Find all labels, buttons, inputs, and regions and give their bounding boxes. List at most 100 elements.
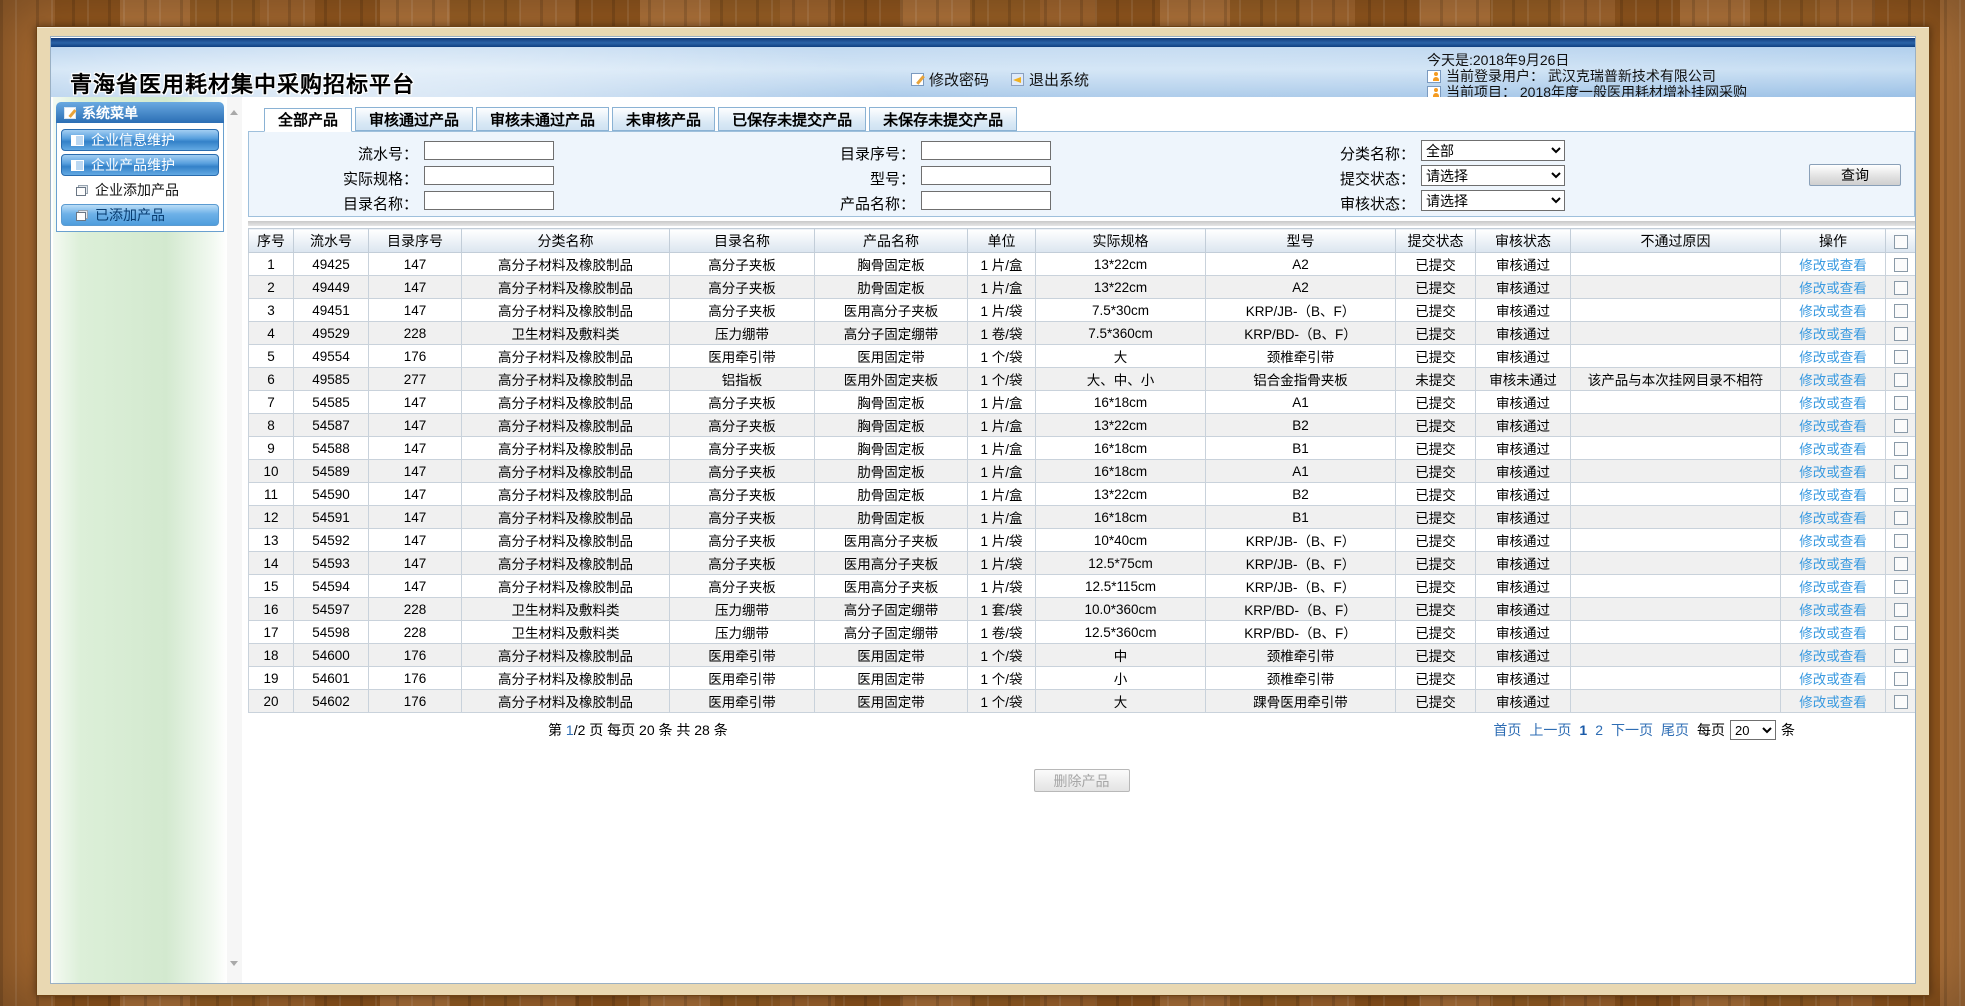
product-name-input[interactable] xyxy=(921,191,1051,210)
table-row: 1754598228卫生材料及敷料类压力绷带高分子固定绷带1 卷/袋12.5*3… xyxy=(249,621,1916,644)
row-checkbox[interactable] xyxy=(1894,488,1908,502)
cell-spec: 16*18cm xyxy=(1036,437,1206,460)
edit-or-view-link[interactable]: 修改或查看 xyxy=(1799,695,1867,710)
cell-actions: 修改或查看 xyxy=(1781,460,1886,483)
edit-or-view-link[interactable]: 修改或查看 xyxy=(1799,373,1867,388)
submit-status-select[interactable]: 请选择 xyxy=(1421,165,1565,186)
catalog-no-input[interactable] xyxy=(921,141,1051,160)
cell-select xyxy=(1886,575,1916,598)
sidebar-item-add-product[interactable]: 企业添加产品 xyxy=(61,179,219,201)
vertical-scrollbar[interactable] xyxy=(227,97,242,983)
tab-2[interactable]: 审核通过产品 xyxy=(355,107,473,131)
row-checkbox[interactable] xyxy=(1894,327,1908,341)
cell-select xyxy=(1886,690,1916,713)
cell-category-name: 卫生材料及敷料类 xyxy=(462,322,670,345)
cell-category-name: 高分子材料及橡胶制品 xyxy=(462,253,670,276)
first-page-link[interactable]: 首页 xyxy=(1493,720,1521,740)
sidebar-item-added-products[interactable]: 已添加产品 xyxy=(61,204,219,226)
edit-or-view-link[interactable]: 修改或查看 xyxy=(1799,258,1867,273)
category-select[interactable]: 全部 xyxy=(1421,140,1565,161)
row-checkbox[interactable] xyxy=(1894,580,1908,594)
row-checkbox[interactable] xyxy=(1894,304,1908,318)
tab-6[interactable]: 未保存未提交产品 xyxy=(869,107,1017,131)
row-checkbox[interactable] xyxy=(1894,281,1908,295)
per-page-select[interactable]: 20 xyxy=(1730,720,1776,740)
today-text: 今天是:2018年9月26日 xyxy=(1427,52,1569,68)
next-page-link[interactable]: 下一页 xyxy=(1611,720,1653,740)
edit-or-view-link[interactable]: 修改或查看 xyxy=(1799,327,1867,342)
delete-products-button[interactable]: 删除产品 xyxy=(1034,769,1130,792)
edit-or-view-link[interactable]: 修改或查看 xyxy=(1799,419,1867,434)
serial-no-input[interactable] xyxy=(424,141,554,160)
cell-product-name: 胸骨固定板 xyxy=(815,391,968,414)
tab-4[interactable]: 未审核产品 xyxy=(612,107,715,131)
row-checkbox[interactable] xyxy=(1894,603,1908,617)
tab-5[interactable]: 已保存未提交产品 xyxy=(718,107,866,131)
model-input[interactable] xyxy=(921,166,1051,185)
edit-or-view-link[interactable]: 修改或查看 xyxy=(1799,557,1867,572)
page-link-1[interactable]: 1 xyxy=(1579,722,1587,738)
field-label-category: 分类名称： xyxy=(1265,143,1415,164)
scroll-up-arrow-icon[interactable] xyxy=(230,110,238,115)
edit-or-view-link[interactable]: 修改或查看 xyxy=(1799,534,1867,549)
page-link-2[interactable]: 2 xyxy=(1595,722,1603,738)
menu-title-label: 系统菜单 xyxy=(82,103,138,123)
edit-or-view-link[interactable]: 修改或查看 xyxy=(1799,396,1867,411)
summary-current-page: 1 xyxy=(566,722,574,738)
field-label-submit-status: 提交状态： xyxy=(1265,168,1415,189)
row-checkbox[interactable] xyxy=(1894,350,1908,364)
edit-or-view-link[interactable]: 修改或查看 xyxy=(1799,649,1867,664)
spec-input[interactable] xyxy=(424,166,554,185)
row-checkbox[interactable] xyxy=(1894,557,1908,571)
edit-or-view-link[interactable]: 修改或查看 xyxy=(1799,304,1867,319)
cell-catalog-no: 277 xyxy=(369,368,462,391)
row-checkbox[interactable] xyxy=(1894,419,1908,433)
summary-prefix: 第 xyxy=(548,722,566,738)
cell-actions: 修改或查看 xyxy=(1781,368,1886,391)
row-checkbox[interactable] xyxy=(1894,695,1908,709)
row-checkbox[interactable] xyxy=(1894,626,1908,640)
table-row: 1254591147高分子材料及橡胶制品高分子夹板肋骨固定板1 片/盒16*18… xyxy=(249,506,1916,529)
last-page-link[interactable]: 尾页 xyxy=(1661,720,1689,740)
table-row: 449529228卫生材料及敷料类压力绷带高分子固定绷带1 卷/袋7.5*360… xyxy=(249,322,1916,345)
edit-or-view-link[interactable]: 修改或查看 xyxy=(1799,603,1867,618)
cell-category-name: 高分子材料及橡胶制品 xyxy=(462,437,670,460)
edit-or-view-link[interactable]: 修改或查看 xyxy=(1799,442,1867,457)
row-checkbox[interactable] xyxy=(1894,672,1908,686)
edit-or-view-link[interactable]: 修改或查看 xyxy=(1799,511,1867,526)
scroll-down-arrow-icon[interactable] xyxy=(230,961,238,966)
select-all-checkbox[interactable] xyxy=(1894,235,1908,249)
change-password-link[interactable]: 修改密码 xyxy=(911,69,989,90)
edit-or-view-link[interactable]: 修改或查看 xyxy=(1799,580,1867,595)
catalog-name-input[interactable] xyxy=(424,191,554,210)
row-checkbox[interactable] xyxy=(1894,258,1908,272)
row-checkbox[interactable] xyxy=(1894,465,1908,479)
row-checkbox[interactable] xyxy=(1894,649,1908,663)
tab-3[interactable]: 审核未通过产品 xyxy=(476,107,609,131)
edit-or-view-link[interactable]: 修改或查看 xyxy=(1799,672,1867,687)
prev-page-link[interactable]: 上一页 xyxy=(1529,720,1571,740)
edit-or-view-link[interactable]: 修改或查看 xyxy=(1799,350,1867,365)
cell-unit: 1 片/袋 xyxy=(968,529,1036,552)
edit-or-view-link[interactable]: 修改或查看 xyxy=(1799,626,1867,641)
cell-seq: 5 xyxy=(249,345,294,368)
logout-link[interactable]: 退出系统 xyxy=(1011,69,1089,90)
edit-or-view-link[interactable]: 修改或查看 xyxy=(1799,281,1867,296)
row-checkbox[interactable] xyxy=(1894,442,1908,456)
item-label: 已添加产品 xyxy=(95,205,165,225)
cell-select xyxy=(1886,506,1916,529)
row-checkbox[interactable] xyxy=(1894,534,1908,548)
row-checkbox[interactable] xyxy=(1894,396,1908,410)
cell-reject-reason xyxy=(1571,322,1781,345)
row-checkbox[interactable] xyxy=(1894,373,1908,387)
edit-or-view-link[interactable]: 修改或查看 xyxy=(1799,488,1867,503)
tab-1[interactable]: 全部产品 xyxy=(264,108,352,132)
sidebar-group-enterprise-info[interactable]: 企业信息维护 xyxy=(61,129,219,151)
row-checkbox[interactable] xyxy=(1894,511,1908,525)
sidebar-group-enterprise-products[interactable]: 企业产品维护 xyxy=(61,154,219,176)
edit-or-view-link[interactable]: 修改或查看 xyxy=(1799,465,1867,480)
audit-status-select[interactable]: 请选择 xyxy=(1421,190,1565,211)
query-button[interactable]: 查询 xyxy=(1809,164,1901,186)
cell-product-name: 医用高分子夹板 xyxy=(815,575,968,598)
cell-actions: 修改或查看 xyxy=(1781,598,1886,621)
